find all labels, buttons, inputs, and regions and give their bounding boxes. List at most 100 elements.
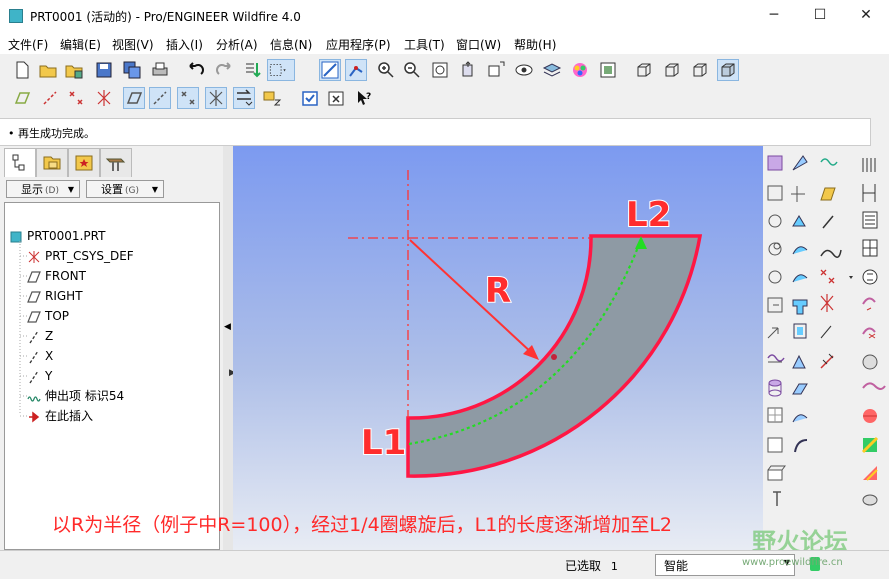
tree-item-insert-here[interactable]: 在此插入 (27, 407, 93, 425)
round-surface-icon (794, 439, 808, 453)
tree-item-z[interactable]: Z (27, 327, 53, 345)
tree-item-label: FRONT (45, 269, 86, 283)
datum-toolbar: ? (0, 84, 889, 112)
surface-analysis-icon (862, 327, 876, 339)
settings-label: 设置 (101, 183, 123, 196)
main-toolbar (0, 56, 889, 84)
offset-tool-icon (768, 242, 782, 256)
spin-center-tag-icon[interactable] (262, 88, 282, 108)
extrude-tool-icon (767, 297, 783, 313)
chevron-down-icon: ▼ (151, 185, 158, 194)
save-copy-icon[interactable] (122, 60, 142, 80)
csys-tag-icon[interactable] (205, 87, 227, 109)
reflection-icon (862, 354, 878, 370)
layers-icon[interactable] (542, 60, 562, 80)
point-display-icon[interactable] (66, 88, 86, 108)
context-help-icon[interactable]: ? (354, 88, 374, 108)
new-icon[interactable] (12, 60, 32, 80)
mirror-tool-icon (792, 354, 806, 369)
message-scrollbar[interactable] (870, 118, 889, 146)
menu-analysis[interactable]: 分析(A) (216, 36, 258, 53)
csys-display-icon[interactable] (94, 88, 114, 108)
tree-item-y[interactable]: Y (27, 367, 52, 385)
menu-window[interactable]: 窗口(W) (456, 36, 501, 53)
refit-icon[interactable] (430, 60, 450, 80)
curve-analysis-icon (862, 297, 876, 311)
axis-tag-icon[interactable] (149, 87, 171, 109)
menu-view[interactable]: 视图(V) (112, 36, 154, 53)
tree-item-front[interactable]: FRONT (27, 267, 86, 285)
save-icon[interactable] (94, 60, 114, 80)
saved-views-icon[interactable] (486, 60, 506, 80)
zoom-out-icon[interactable] (402, 60, 422, 80)
menu-tools[interactable]: 工具(T) (404, 36, 445, 53)
tree-item-protrusion[interactable]: 伸出项 标识54 (27, 387, 124, 405)
undo-icon[interactable] (186, 60, 206, 80)
spin-center-icon[interactable] (345, 59, 367, 81)
appearance-icon[interactable] (570, 60, 590, 80)
point-tag-icon[interactable] (177, 87, 199, 109)
tree-item-label: TOP (45, 309, 70, 323)
collapse-arrow-icon[interactable]: ◀ (224, 322, 231, 332)
annotation-display-icon[interactable] (233, 87, 255, 109)
connections-tab-icon[interactable] (100, 148, 132, 177)
selection-label: 已选取 (565, 559, 602, 573)
label-l1: L1 (361, 423, 406, 463)
datum-display-icon[interactable] (319, 59, 341, 81)
tree-item-label: RIGHT (45, 289, 83, 303)
boundary-blend-icon (792, 246, 808, 255)
open-icon[interactable] (38, 60, 58, 80)
open-session-icon[interactable] (64, 60, 84, 80)
tree-item-x[interactable]: X (27, 347, 53, 365)
print-icon[interactable] (150, 60, 170, 80)
sketch-box-icon (767, 437, 783, 453)
tree-item-right[interactable]: RIGHT (27, 287, 83, 305)
tree-item-csys[interactable]: PRT_CSYS_DEF (27, 247, 134, 265)
show-dropdown[interactable]: 显示 (D) ▼ (6, 180, 80, 198)
rib-tool-icon (862, 184, 876, 202)
zoom-in-icon[interactable] (376, 60, 396, 80)
rainbow-analysis-icon (863, 466, 878, 481)
wireframe-icon[interactable] (634, 60, 654, 80)
status-bar: 已选取 1 智能 ▼ www.proewildfire.cn (0, 550, 889, 579)
model-tree: PRT0001.PRT PRT_CSYS_DEF FRONT RIGHT TOP… (4, 202, 220, 550)
hidden-line-icon[interactable] (662, 60, 682, 80)
no-hidden-icon[interactable] (690, 60, 710, 80)
radius-end-point (551, 354, 557, 360)
reorient-icon[interactable] (458, 60, 478, 80)
plane-tag-icon[interactable] (123, 87, 145, 109)
checkbox-icon[interactable] (300, 88, 320, 108)
folder-browser-tab-icon[interactable] (36, 148, 68, 177)
model-display-icon[interactable] (598, 60, 618, 80)
menu-info[interactable]: 信息(N) (270, 36, 312, 53)
close-button[interactable]: ✕ (843, 0, 889, 32)
datum-plane-icon (27, 290, 41, 304)
menu-file[interactable]: 文件(F) (8, 36, 48, 53)
plane-display-icon[interactable] (12, 88, 32, 108)
model-tree-tab-icon[interactable] (4, 148, 36, 177)
redo-icon[interactable] (214, 60, 234, 80)
menu-insert[interactable]: 插入(I) (166, 36, 203, 53)
tree-item-top[interactable]: TOP (27, 307, 69, 325)
minimize-button[interactable]: ─ (751, 0, 797, 32)
measure-tool-icon (862, 269, 878, 285)
favorites-tab-icon[interactable] (68, 148, 100, 177)
menu-edit[interactable]: 编辑(E) (60, 36, 101, 53)
regenerate-icon[interactable] (242, 60, 262, 80)
curvature-icon (862, 382, 886, 390)
shading-icon[interactable] (717, 59, 739, 81)
selection-filter-value: 智能 (664, 559, 689, 573)
selection-filter-icon[interactable] (267, 59, 295, 81)
menu-help[interactable]: 帮助(H) (514, 36, 556, 53)
sweep-tool-icon (792, 299, 808, 315)
dihedral-icon (862, 494, 878, 506)
message-area: • 再生成功完成。 (0, 118, 870, 146)
menu-applications[interactable]: 应用程序(P) (326, 36, 391, 53)
close-window-icon[interactable] (326, 88, 346, 108)
maximize-button[interactable]: ☐ (797, 0, 843, 32)
panel-splitter[interactable]: ◀ ▶ (223, 146, 236, 550)
settings-dropdown[interactable]: 设置 (G) ▼ (86, 180, 164, 198)
view-manager-icon[interactable] (514, 60, 534, 80)
graphics-window[interactable]: R L1 L2 (233, 146, 763, 550)
axis-display-icon[interactable] (40, 88, 60, 108)
